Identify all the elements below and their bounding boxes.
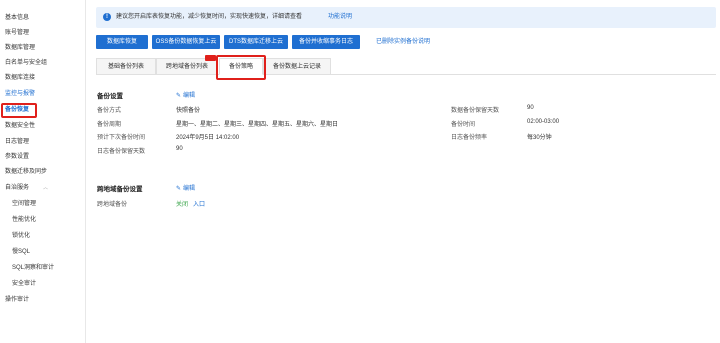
sidebar-item-slow-sql[interactable]: 慢SQL bbox=[12, 247, 30, 257]
new-badge bbox=[205, 55, 216, 61]
backup-method-label: 备份方式 bbox=[97, 108, 122, 114]
cross-region-backup-label: 跨地域备份 bbox=[97, 202, 128, 208]
dts-migrate-button[interactable]: DTS数据库迁移上云 bbox=[224, 35, 288, 49]
edit-icon: ✎ bbox=[176, 93, 182, 99]
sidebar-item-params[interactable]: 参数设置 bbox=[5, 152, 29, 162]
data-retention-value: 90 bbox=[527, 105, 534, 111]
backup-settings-edit-button[interactable]: ✎ 编辑 bbox=[176, 90, 195, 99]
restore-database-button[interactable]: 数据库恢复 bbox=[96, 35, 148, 49]
highlight-box bbox=[216, 55, 266, 80]
sidebar-item-whitelist[interactable]: 白名单与安全组 bbox=[5, 58, 47, 68]
sidebar-item-monitoring[interactable]: 监控与报警 bbox=[5, 89, 35, 99]
cross-region-entry-link[interactable]: 入口 bbox=[193, 199, 205, 208]
sidebar-item-accounts[interactable]: 账号管理 bbox=[5, 28, 29, 38]
tab-basic-backup-list[interactable]: 基础备份列表 bbox=[96, 58, 156, 75]
tab-cloud-upload-records[interactable]: 备份数据上云记录 bbox=[263, 58, 331, 75]
backup-time-label: 备份时间 bbox=[451, 122, 476, 128]
shrink-log-button[interactable]: 备份并收缩事务日志 bbox=[292, 35, 360, 49]
oss-restore-button[interactable]: OSS备份数据恢复上云 bbox=[152, 35, 220, 49]
sidebar-item-space[interactable]: 空间管理 bbox=[12, 199, 36, 209]
log-backup-frequency-label: 日志备份频率 bbox=[451, 135, 488, 141]
next-backup-time-value: 2024年9月5日 14:02:00 bbox=[176, 135, 240, 141]
sidebar-item-label: 自治服务 bbox=[5, 185, 30, 191]
edit-label: 编辑 bbox=[183, 186, 196, 192]
backup-settings-title: 备份设置 bbox=[97, 93, 123, 100]
cross-region-edit-button[interactable]: ✎ 编辑 bbox=[176, 183, 195, 192]
sidebar-item-migration[interactable]: 数据迁移及同步 bbox=[5, 167, 47, 177]
sidebar-item-connection[interactable]: 数据库连接 bbox=[5, 73, 35, 83]
info-icon: ! bbox=[103, 13, 111, 21]
sidebar-item-lock[interactable]: 锁优化 bbox=[12, 231, 30, 241]
sidebar-item-security-audit[interactable]: 安全审计 bbox=[12, 279, 36, 289]
sidebar-item-operation-audit[interactable]: 操作审计 bbox=[5, 295, 29, 305]
backup-method-value: 快照备份 bbox=[176, 108, 201, 114]
backup-cycle-label: 备份周期 bbox=[97, 122, 122, 128]
backup-cycle-value: 星期一、星期二、星期三、星期四、星期五、星期六、星期日 bbox=[176, 122, 339, 128]
log-retention-value: 90 bbox=[176, 146, 183, 152]
data-retention-label: 数据备份保留天数 bbox=[451, 108, 500, 114]
sidebar-item-data-security[interactable]: 数据安全性 bbox=[5, 121, 35, 131]
cross-region-settings-title: 跨地域备份设置 bbox=[97, 186, 143, 193]
banner-text: 建议您开启库表恢复功能，减少恢复时间，实现快速恢复，详细请查看 bbox=[116, 14, 303, 20]
next-backup-time-label: 预计下次备份时间 bbox=[97, 135, 146, 141]
sidebar-item-basic-info[interactable]: 基本信息 bbox=[5, 13, 29, 23]
edit-label: 编辑 bbox=[183, 93, 196, 99]
sidebar-item-logs[interactable]: 日志管理 bbox=[5, 137, 29, 147]
sidebar-item-autonomy[interactable]: 自治服务 ︿ bbox=[5, 183, 48, 193]
banner-link[interactable]: 功能说明 bbox=[328, 13, 352, 22]
chevron-up-icon: ︿ bbox=[43, 185, 49, 191]
sidebar: 基本信息 账号管理 数据库管理 白名单与安全组 数据库连接 监控与报警 备份恢复… bbox=[0, 0, 86, 343]
cross-region-status: 关闭 bbox=[176, 202, 189, 208]
sidebar-item-databases[interactable]: 数据库管理 bbox=[5, 43, 35, 53]
sidebar-item-performance[interactable]: 性能优化 bbox=[12, 215, 36, 225]
deleted-instance-backup-link[interactable]: 已删除实例备份说明 bbox=[376, 35, 430, 49]
backup-time-value: 02:00-03:00 bbox=[527, 119, 560, 125]
highlight-box bbox=[1, 103, 37, 118]
sidebar-item-sql-audit[interactable]: SQL洞察和审计 bbox=[12, 263, 54, 273]
info-banner: ! 建议您开启库表恢复功能，减少恢复时间，实现快速恢复，详细请查看 功能说明 bbox=[96, 7, 716, 28]
log-backup-frequency-value: 每30分钟 bbox=[527, 135, 552, 141]
edit-icon: ✎ bbox=[176, 186, 182, 192]
log-retention-label: 日志备份保留天数 bbox=[97, 149, 146, 155]
